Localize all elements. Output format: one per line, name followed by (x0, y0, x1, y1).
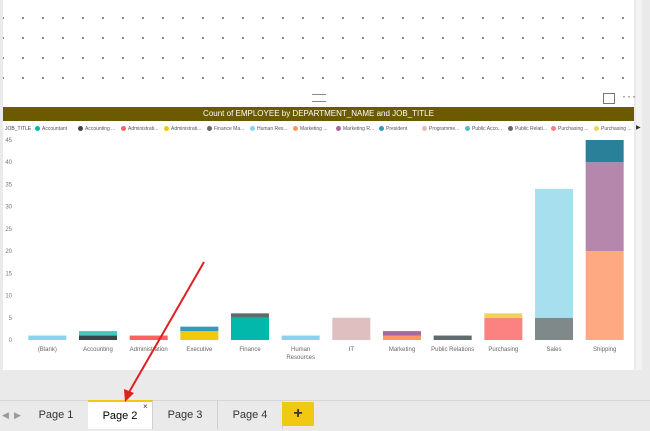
bar-segment[interactable] (535, 317, 573, 340)
x-tick-label: Executive (186, 347, 213, 353)
legend-swatch (78, 126, 83, 132)
bar-segment[interactable] (28, 335, 67, 340)
y-tick-label: 0 (9, 338, 13, 344)
legend-label: Programme... (429, 126, 460, 132)
visual-title: Count of EMPLOYEE by DEPARTMENT_NAME and… (3, 107, 634, 121)
x-tick-label: Human (291, 347, 310, 353)
legend-next-icon[interactable]: ▶ (636, 124, 641, 131)
bar-segment[interactable] (79, 331, 117, 336)
drag-handle-icon[interactable] (312, 94, 326, 102)
y-tick-label: 10 (5, 294, 12, 300)
legend-label: Finance Ma... (214, 126, 245, 132)
x-tick-label: Resources (286, 355, 315, 361)
bar-segment[interactable] (383, 335, 421, 340)
legend-swatch (207, 126, 212, 132)
x-tick-label: Shipping (593, 347, 616, 353)
legend-swatch (336, 126, 341, 132)
bar-chart: 0 5 10 15 20 25 30 35 40 45 (Blank) Accounting Admin… (5, 138, 624, 361)
y-tick-label: 45 (5, 138, 12, 144)
bar-segment[interactable] (180, 326, 219, 332)
bar-segment[interactable] (332, 317, 371, 340)
x-tick-label: IT (349, 347, 355, 353)
x-tick-label: Accounting (83, 347, 113, 353)
bar-segment[interactable] (281, 335, 320, 340)
y-tick-label: 25 (5, 227, 12, 233)
legend-label: Accounting ... (85, 126, 116, 132)
bar-segment[interactable] (129, 335, 168, 340)
legend-label: Public Acco... (472, 126, 503, 132)
bar-segment[interactable] (231, 317, 269, 340)
legend-swatch (508, 126, 513, 132)
page-tab-bar: ◀ ▶ Page 1 Page 2 Page 3 Page 4 (0, 400, 650, 429)
report-canvas: ··· Count of EMPLOYEE by DEPARTMENT_NAME… (0, 0, 650, 372)
bar-segment[interactable] (484, 317, 523, 340)
bar-segment[interactable] (180, 331, 219, 340)
bar-segment[interactable] (484, 313, 523, 318)
next-page-icon[interactable]: ▶ (14, 410, 21, 421)
y-tick-label: 5 (9, 316, 13, 322)
tab-page-3[interactable]: Page 3 (153, 401, 218, 429)
x-tick-label: Purchasing (488, 347, 518, 353)
y-tick-label: 40 (5, 160, 12, 166)
more-options-icon[interactable]: ··· (622, 90, 637, 102)
legend-swatch (422, 126, 427, 132)
legend-swatch (465, 126, 470, 132)
add-page-button[interactable]: + (282, 402, 314, 426)
bar-segment[interactable] (585, 162, 624, 252)
legend-label: President (386, 126, 408, 132)
legend-label: Purchasing ... (558, 126, 589, 132)
bar-segment[interactable] (231, 313, 269, 318)
legend-label: Marketing ... (300, 126, 328, 132)
legend-label: Accountant (42, 126, 68, 132)
legend-swatch (164, 126, 169, 132)
legend-label: Administrati... (128, 126, 159, 132)
legend-swatch (379, 126, 384, 132)
legend-swatch (293, 126, 298, 132)
legend-label: Public Relati... (515, 126, 547, 132)
x-tick-label: Finance (239, 347, 261, 353)
focus-mode-icon[interactable] (603, 93, 615, 104)
close-tab-icon[interactable]: × (143, 402, 148, 411)
x-tick-label: Marketing (389, 347, 415, 353)
bar-segment[interactable] (79, 335, 117, 340)
bar-segment[interactable] (535, 188, 573, 318)
x-tick-label: (Blank) (38, 347, 57, 353)
tab-page-1[interactable]: Page 1 (24, 401, 89, 429)
x-tick-label: Sales (546, 347, 561, 353)
bar-segment[interactable] (585, 251, 624, 340)
legend-swatch (121, 126, 126, 132)
bar-segment[interactable] (433, 335, 472, 340)
legend-swatch (594, 126, 599, 132)
legend-label: Human Res... (257, 126, 288, 132)
legend-swatch (250, 126, 255, 132)
prev-page-icon[interactable]: ◀ (2, 410, 9, 421)
legend-label: Administrati... (171, 126, 202, 132)
y-tick-label: 15 (5, 271, 12, 277)
x-tick-label: Public Relations (431, 347, 474, 353)
y-tick-label: 35 (5, 182, 12, 188)
legend-label: Marketing R... (343, 126, 375, 132)
bar-segment[interactable] (383, 331, 421, 336)
tab-page-4[interactable]: Page 4 (218, 401, 283, 429)
legend-swatch (551, 126, 556, 132)
y-tick-label: 20 (5, 249, 12, 255)
y-tick-label: 30 (5, 205, 12, 211)
legend-swatch (35, 126, 40, 132)
bar-segment[interactable] (585, 140, 624, 163)
legend-label: Purchasing ... (601, 126, 632, 132)
x-tick-label: Administration (130, 347, 168, 353)
